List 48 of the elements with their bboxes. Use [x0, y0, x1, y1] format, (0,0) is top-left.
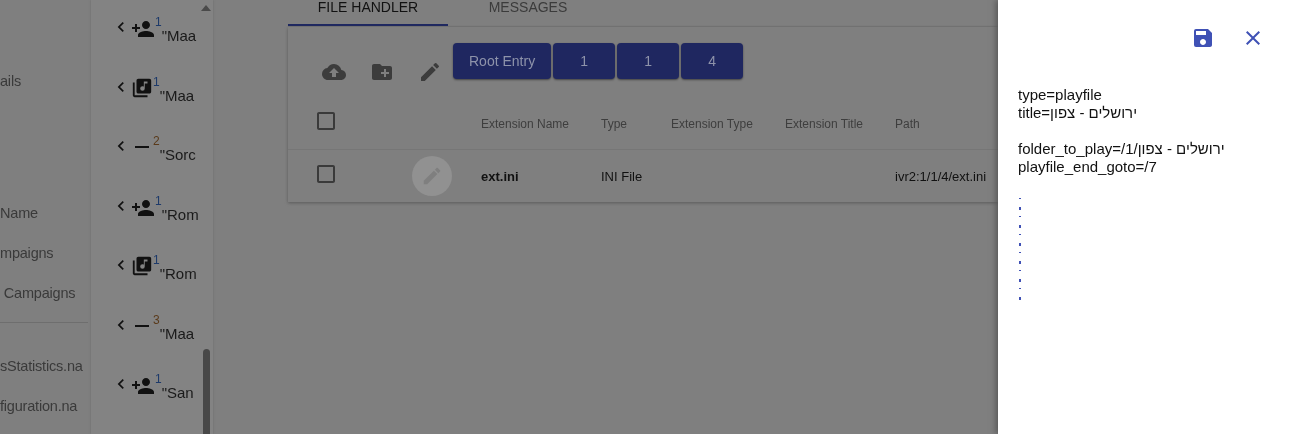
checkbox[interactable]	[314, 109, 338, 133]
column-header[interactable]: Path	[895, 117, 920, 131]
tree-item-label[interactable]: "Rom	[161, 205, 199, 223]
sidebar-item[interactable]: ails	[0, 72, 21, 90]
sidebar-item[interactable]: sStatistics.na	[0, 357, 83, 375]
count-label: 1	[153, 253, 160, 268]
text-line: title=ירושלים - צפון	[1018, 104, 1138, 122]
sidebar-item[interactable]: Name	[0, 204, 38, 222]
count-label: 1	[155, 193, 162, 208]
column-header[interactable]: Extension Type	[671, 117, 753, 131]
column-header[interactable]: Type	[601, 117, 627, 131]
text-line: playfile_end_goto=/7	[1018, 158, 1157, 176]
tab[interactable]: MESSAGES	[448, 0, 608, 26]
breadcrumb-button[interactable]: 1	[617, 43, 680, 79]
count-label: 1	[155, 372, 162, 387]
scroll-up-icon[interactable]	[201, 5, 211, 11]
tree-item-label[interactable]: "Maa	[159, 324, 195, 342]
music-library-icon	[131, 255, 153, 278]
minus-icon	[135, 146, 149, 149]
tree-item-label[interactable]: "Sorc	[159, 146, 196, 164]
breadcrumb-button[interactable]: Root Entry	[453, 43, 552, 79]
pencil-icon[interactable]	[418, 60, 442, 84]
tree-item-label[interactable]: "Maa	[159, 86, 195, 104]
tree-item-label[interactable]: "San	[161, 384, 194, 402]
sidebar-item[interactable]: figuration.na	[0, 397, 78, 415]
save-icon	[1191, 26, 1215, 50]
save-button[interactable]	[1191, 26, 1215, 50]
minus-icon	[135, 324, 149, 327]
column-header[interactable]: Extension Name	[481, 117, 570, 131]
breadcrumb-button[interactable]: 4	[681, 43, 744, 79]
scrollbar-thumb[interactable]	[203, 349, 210, 434]
sidebar-item[interactable]: Campaigns	[0, 284, 76, 302]
table-cell: INI File	[601, 169, 643, 184]
count-label: 2	[153, 134, 160, 149]
text-line: folder_to_play=/1/ירושלים - צפון	[1018, 140, 1225, 158]
count-label: 3	[153, 312, 160, 327]
table-cell: ivr2:1/1/4/ext.ini	[895, 169, 987, 184]
music-library-icon	[131, 76, 153, 99]
count-label: 1	[153, 74, 160, 89]
tree-item-label[interactable]: "Maa	[161, 27, 197, 44]
sidebar-item[interactable]: mpaigns	[0, 244, 54, 262]
text-line: type=playfile	[1018, 86, 1102, 104]
breadcrumb-button[interactable]: 1	[553, 43, 616, 79]
checkbox[interactable]	[314, 162, 338, 186]
tree-item-label[interactable]: "Rom	[159, 265, 197, 283]
table-cell: ext.ini	[481, 169, 519, 184]
count-label: 1	[155, 15, 162, 29]
column-header[interactable]: Extension Title	[785, 117, 864, 131]
